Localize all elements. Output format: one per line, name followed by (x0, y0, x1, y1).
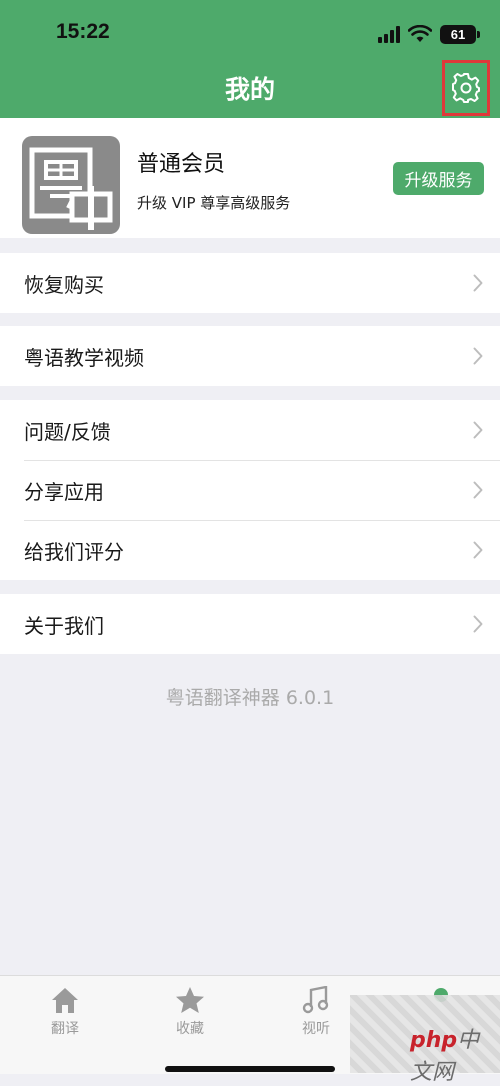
tab-label: 收藏 (176, 1021, 204, 1037)
chevron-right-icon (473, 615, 483, 633)
gear-icon (452, 73, 480, 103)
menu-item-share-app[interactable]: 分享应用 (0, 460, 500, 520)
menu-item-about-us[interactable]: 关于我们 (0, 594, 500, 654)
signal-icon (378, 25, 400, 43)
watermark-brand: php (410, 1028, 458, 1053)
tab-label: 视听 (302, 1021, 330, 1037)
tab-translate[interactable]: 翻译 (15, 986, 115, 1038)
menu-group-about: 关于我们 (0, 594, 500, 654)
status-time: 15:22 (56, 20, 110, 43)
chevron-right-icon (473, 347, 483, 365)
menu-item-label: 问题/反馈 (24, 419, 111, 444)
menu-item-label: 给我们评分 (24, 539, 124, 564)
wifi-icon (408, 25, 432, 42)
profile-card: 普通会员 升级 VIP 尊享高级服务 升级服务 (0, 118, 500, 238)
battery-icon: 61 (440, 24, 480, 44)
menu-item-teaching-video[interactable]: 粤语教学视频 (0, 326, 500, 386)
music-note-icon (302, 986, 329, 1014)
chevron-right-icon (473, 541, 483, 559)
menu-group-purchase: 恢复购买 (0, 253, 500, 313)
menu-item-label: 分享应用 (24, 479, 104, 504)
menu-item-label: 粤语教学视频 (24, 345, 144, 370)
menu-item-label: 恢复购买 (24, 272, 104, 297)
member-description: 升级 VIP 尊享高级服务 (137, 194, 291, 212)
home-icon (52, 988, 78, 1013)
menu-item-rate-us[interactable]: 给我们评分 (0, 520, 500, 580)
menu-group-video: 粤语教学视频 (0, 326, 500, 386)
member-level: 普通会员 (137, 152, 226, 177)
chevron-right-icon (473, 481, 483, 499)
header-bar: 15:22 61 我的 (0, 0, 500, 118)
star-icon (176, 987, 204, 1013)
menu-item-restore-purchase[interactable]: 恢复购买 (0, 253, 500, 313)
status-icons: 61 (378, 22, 480, 46)
chevron-right-icon (473, 274, 483, 292)
settings-button[interactable] (442, 60, 490, 116)
chevron-right-icon (473, 421, 483, 439)
site-watermark: php中文网 (410, 1022, 500, 1086)
menu-item-label: 关于我们 (24, 613, 104, 638)
upgrade-button[interactable]: 升级服务 (393, 162, 484, 195)
app-logo-avatar (22, 136, 120, 234)
tab-label: 翻译 (51, 1021, 79, 1037)
page-title: 我的 (224, 75, 275, 104)
menu-item-feedback[interactable]: 问题/反馈 (0, 400, 500, 460)
tab-favorites[interactable]: 收藏 (140, 986, 240, 1038)
home-indicator (165, 1066, 335, 1072)
battery-level: 61 (450, 26, 466, 42)
menu-group-support: 问题/反馈 分享应用 给我们评分 (0, 400, 500, 580)
app-version: 粤语翻译神器 6.0.1 (165, 687, 335, 709)
yue-zhong-logo (29, 147, 113, 230)
